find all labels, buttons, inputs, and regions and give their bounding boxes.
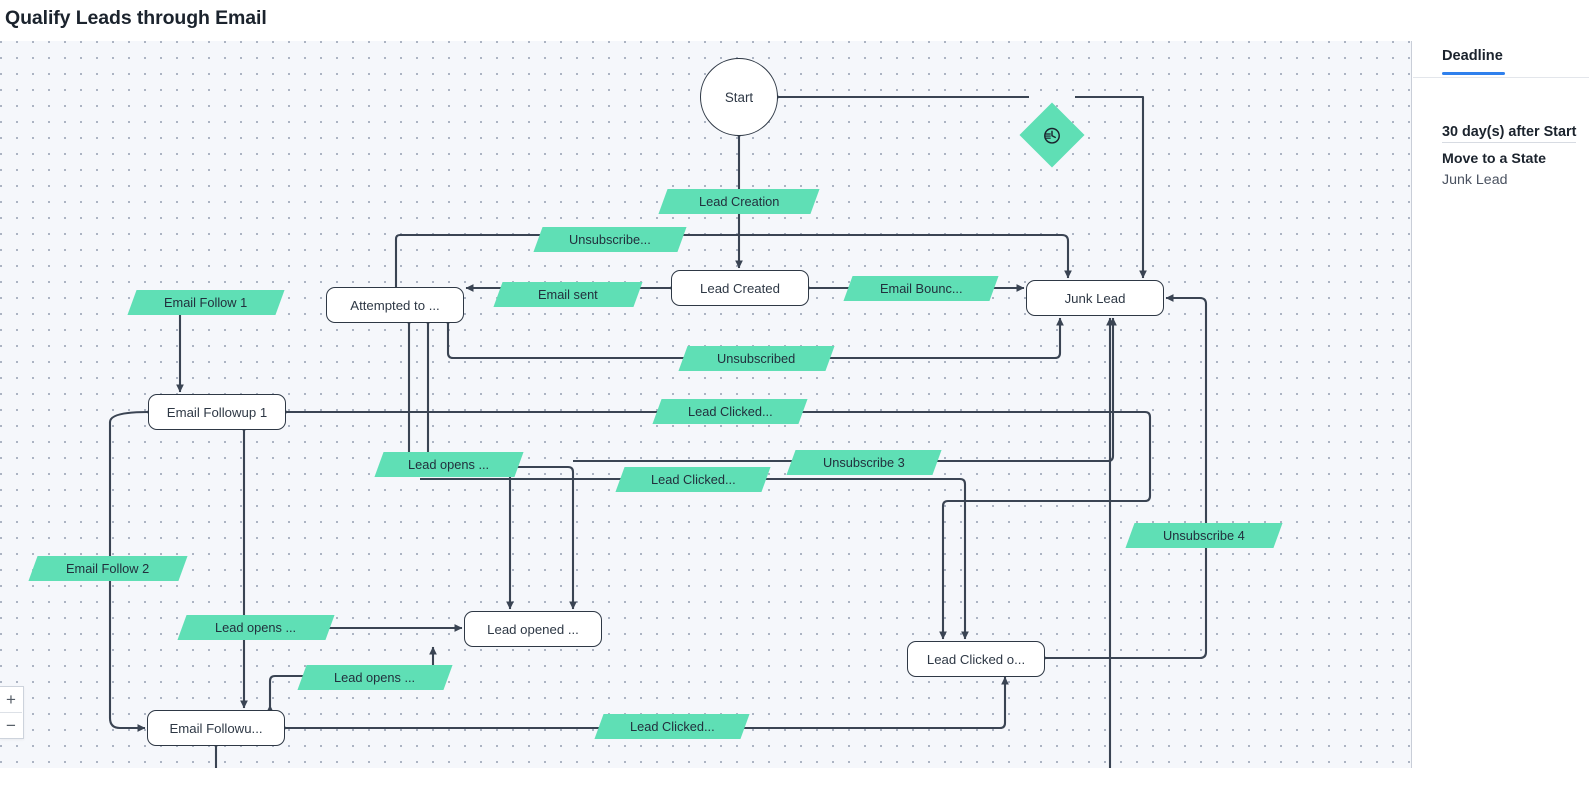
node-lead-clicked-o-label: Lead Clicked o...	[926, 651, 1026, 667]
canvas-inner: Start Lead Created Attempted to ... Junk…	[0, 41, 1411, 768]
transition-label-text: Unsubscribe 4	[1163, 528, 1245, 543]
node-attempted-to-label: Attempted to ...	[350, 297, 440, 313]
transition-label-text: Email Follow 1	[164, 295, 248, 310]
transition-label-email-bounced[interactable]: Email Bounc...	[843, 276, 999, 301]
transition-label-unsubscribed[interactable]: Unsubscribed	[678, 346, 835, 371]
transition-label-text: Lead Clicked...	[629, 719, 715, 734]
clock-icon	[1043, 126, 1062, 145]
panel-tab-bar: Deadline	[1413, 41, 1589, 78]
workflow-canvas[interactable]: Start Lead Created Attempted to ... Junk…	[0, 41, 1412, 768]
transition-label-email-sent[interactable]: Email sent	[493, 282, 643, 307]
transition-label-lead-opens-2[interactable]: Lead opens ...	[177, 615, 335, 640]
transition-label-unsubscribe-1[interactable]: Unsubscribe...	[533, 227, 687, 252]
transition-label-text: Lead opens ...	[215, 620, 297, 635]
transition-label-text: Unsubscribe 3	[823, 455, 905, 470]
transition-label-text: Lead Clicked...	[687, 404, 773, 419]
node-lead-opened[interactable]: Lead opened ...	[464, 611, 602, 647]
node-lead-opened-label: Lead opened ...	[487, 621, 579, 637]
page-header: Qualify Leads through Email	[0, 0, 1589, 41]
properties-panel: Deadline 30 day(s) after Start Move to a…	[1413, 41, 1589, 801]
transition-label-lead-creation[interactable]: Lead Creation	[658, 189, 820, 214]
zoom-in-button[interactable]: +	[0, 687, 22, 713]
transition-label-lead-clicked-2[interactable]: Lead Clicked...	[615, 467, 771, 492]
transition-label-text: Lead Creation	[698, 194, 780, 209]
node-attempted-to[interactable]: Attempted to ...	[326, 287, 464, 323]
page-title: Qualify Leads through Email	[5, 7, 267, 29]
zoom-out-button[interactable]: −	[0, 713, 22, 738]
transition-label-lead-opens-3[interactable]: Lead opens ...	[297, 665, 453, 690]
tab-deadline[interactable]: Deadline	[1442, 48, 1505, 75]
workflow-page: Qualify Leads through Email Start Lead C…	[0, 0, 1589, 801]
transition-label-email-follow-2[interactable]: Email Follow 2	[28, 556, 188, 581]
transition-label-lead-clicked-1[interactable]: Lead Clicked...	[652, 399, 808, 424]
node-email-followu[interactable]: Email Followu...	[147, 710, 285, 746]
action-value[interactable]: Junk Lead	[1442, 172, 1507, 188]
node-lead-clicked-o[interactable]: Lead Clicked o...	[907, 641, 1045, 677]
transition-label-text: Unsubscribed	[717, 351, 796, 366]
transition-label-text: Email Bounc...	[879, 281, 963, 296]
transition-label-unsubscribe-4[interactable]: Unsubscribe 4	[1125, 523, 1283, 548]
node-email-followup-1[interactable]: Email Followup 1	[148, 394, 286, 430]
node-email-followu-label: Email Followu...	[169, 720, 263, 736]
transition-label-text: Lead opens ...	[408, 457, 490, 472]
node-deadline[interactable]	[1019, 102, 1085, 168]
node-lead-created-label: Lead Created	[700, 280, 780, 296]
node-email-followup-1-label: Email Followup 1	[166, 404, 268, 420]
action-title: Move to a State	[1442, 151, 1547, 167]
node-lead-created[interactable]: Lead Created	[671, 270, 809, 306]
transition-label-unsubscribe-3[interactable]: Unsubscribe 3	[786, 450, 942, 475]
node-start[interactable]: Start	[700, 58, 778, 136]
transition-label-lead-opens-1[interactable]: Lead opens ...	[374, 452, 524, 477]
transition-label-email-follow-1[interactable]: Email Follow 1	[127, 290, 285, 315]
deadline-value[interactable]: 30 day(s) after Start	[1442, 124, 1577, 143]
node-start-label: Start	[724, 89, 754, 105]
transition-label-lead-clicked-3[interactable]: Lead Clicked...	[594, 714, 750, 739]
node-junk-lead[interactable]: Junk Lead	[1026, 280, 1164, 316]
node-junk-lead-label: Junk Lead	[1064, 290, 1126, 306]
zoom-controls[interactable]: + −	[0, 686, 24, 739]
transition-label-text: Lead Clicked...	[650, 472, 736, 487]
transition-label-text: Lead opens ...	[334, 670, 416, 685]
transition-label-text: Email Follow 2	[66, 561, 150, 576]
transition-label-text: Email sent	[538, 287, 598, 302]
transition-label-text: Unsubscribe...	[569, 232, 651, 247]
